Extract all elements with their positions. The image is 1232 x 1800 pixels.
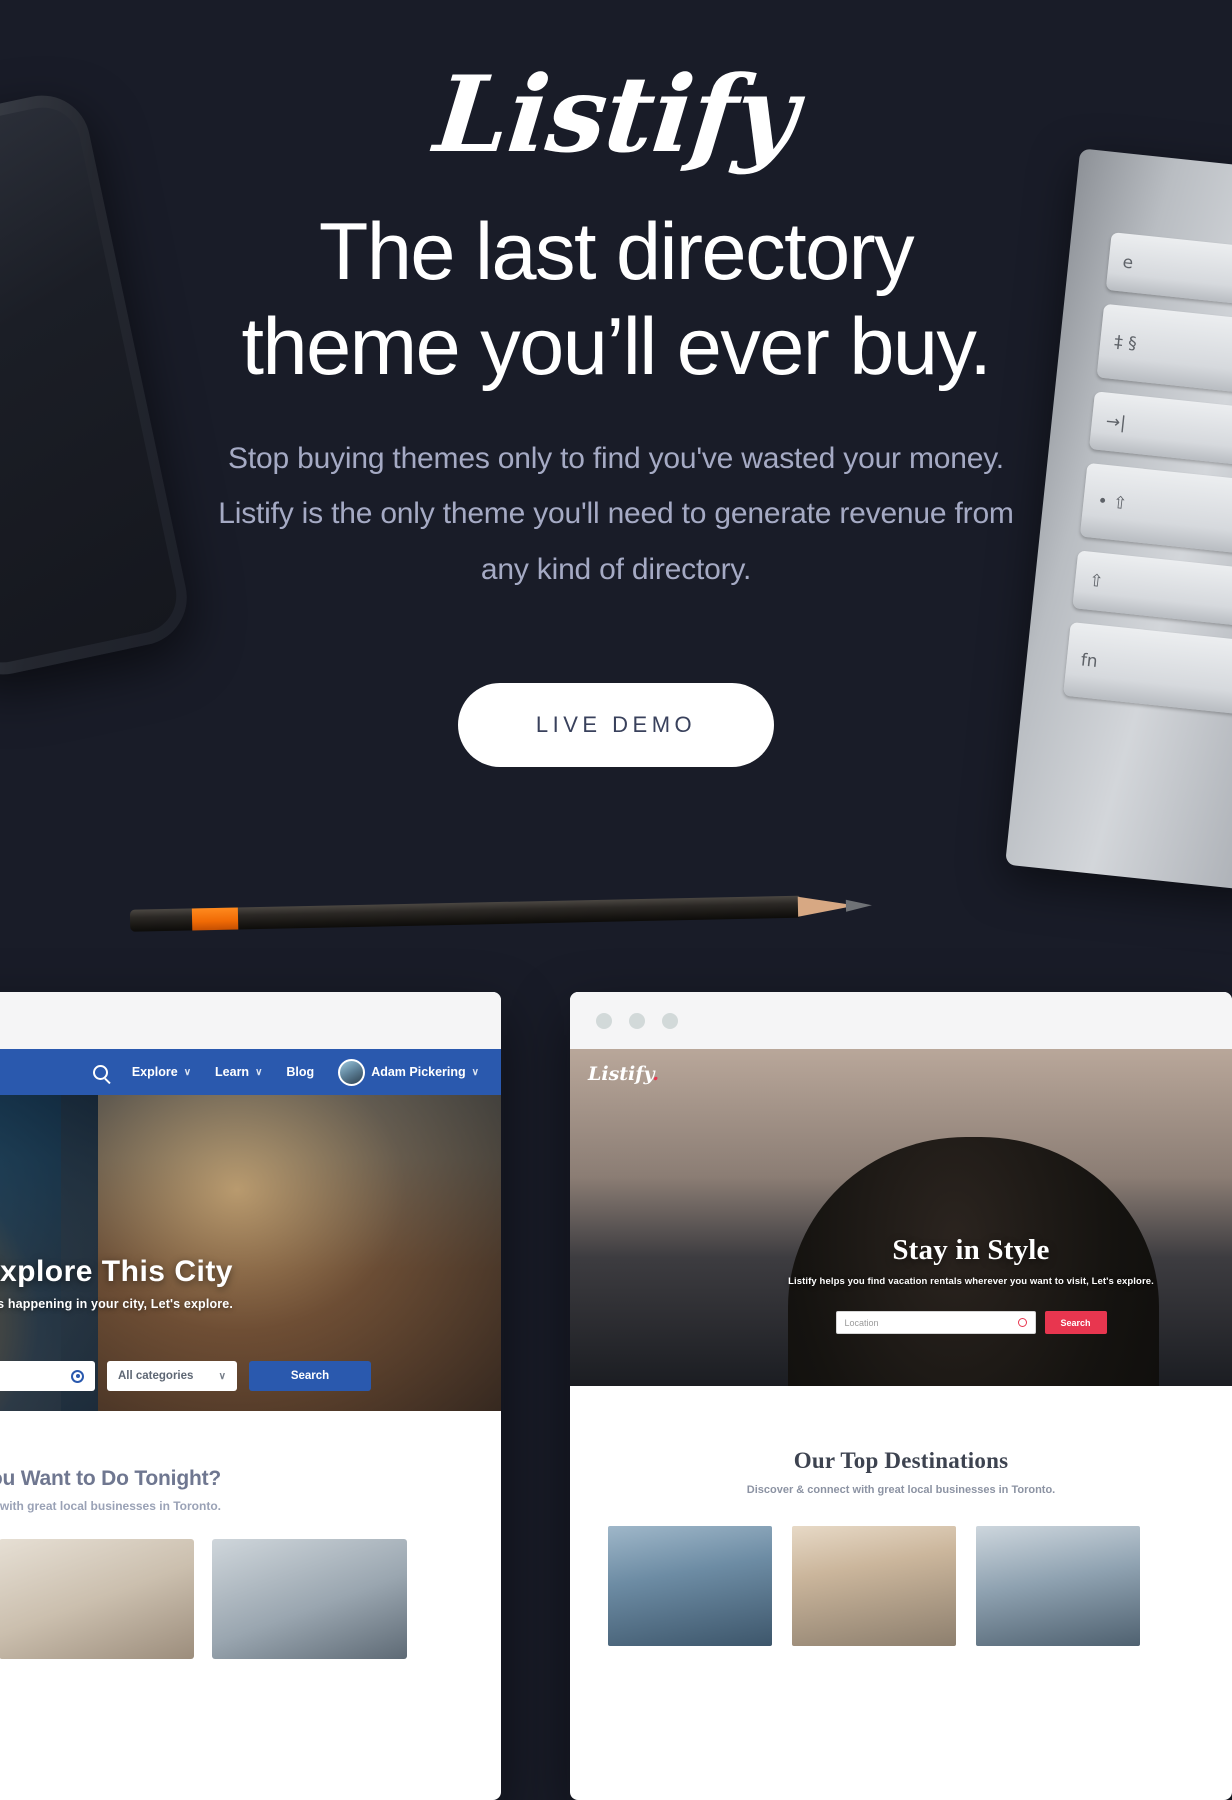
mockup-left-hero-copy: Explore This City find out whats happeni…	[0, 1255, 501, 1311]
chevron-down-icon: ∨	[255, 1066, 263, 1078]
mockup-right-section-subtitle: Discover & connect with great local busi…	[746, 1484, 1056, 1496]
live-demo-button[interactable]: LIVE DEMO	[457, 683, 775, 768]
category-select[interactable]: All categories ∨	[107, 1361, 237, 1391]
mockup-left-hero: Explore This City find out whats happeni…	[0, 1095, 501, 1411]
mockup-right-hero-copy: Stay in Style Listify helps you find vac…	[570, 1234, 1232, 1287]
mockup-right-logo-text: Listify	[588, 1063, 653, 1085]
browser-mockup-left: Explore ∨ Learn ∨ Blog Adam Pickering ∨ …	[0, 992, 501, 1800]
mockup-right-body: Our Top Destinations Discover & connect …	[570, 1386, 1232, 1646]
mockup-right-hero: Listify. Stay in Style Listify helps you…	[570, 1049, 1232, 1386]
target-icon[interactable]	[1017, 1318, 1027, 1327]
mockup-left-section-subtitle: Discover & connect with great local busi…	[0, 1499, 221, 1513]
nav-item-blog[interactable]: Blog	[286, 1065, 314, 1079]
nav-item-user[interactable]: Adam Pickering ∨	[338, 1058, 479, 1086]
crosshair-icon[interactable]	[71, 1369, 84, 1383]
chevron-down-icon: ∨	[218, 1370, 226, 1382]
chevron-down-icon: ∨	[183, 1066, 192, 1078]
mockup-left-body: What Do You Want to Do Tonight? Discover…	[0, 1411, 501, 1659]
listing-card[interactable]	[212, 1539, 407, 1659]
mockup-left-navbar: Explore ∨ Learn ∨ Blog Adam Pickering ∨	[0, 1049, 501, 1095]
browser-mockup-right: Listify. Stay in Style Listify helps you…	[570, 992, 1232, 1800]
listify-logo: Listify	[429, 52, 803, 176]
nav-label: Explore	[131, 1065, 178, 1079]
hero-section: e ‡ § →| • ⇧ ⇧ fn Listify The last direc…	[0, 0, 1232, 1133]
mockup-left-hero-subtitle: find out whats happening in your city, L…	[0, 1297, 233, 1311]
category-value: All categories	[118, 1370, 194, 1382]
mockup-left-hero-title: Explore This City	[0, 1255, 233, 1288]
mockup-right-hero-subtitle: Listify helps you find vacation rentals …	[788, 1276, 1154, 1287]
chevron-down-icon: ∨	[471, 1066, 479, 1078]
mockup-right-logo[interactable]: Listify.	[588, 1063, 659, 1085]
mockup-left-section-title: What Do You Want to Do Tonight?	[0, 1467, 221, 1490]
window-dot	[629, 1012, 645, 1029]
nav-item-explore[interactable]: Explore ∨	[132, 1065, 191, 1079]
search-button[interactable]: Search	[249, 1361, 371, 1391]
destination-card[interactable]	[792, 1526, 956, 1646]
avatar	[338, 1058, 366, 1086]
hero-title-line-1: The last directory	[318, 207, 915, 297]
destination-card[interactable]	[608, 1526, 772, 1646]
location-placeholder: Location	[844, 1317, 879, 1328]
hero-title-line-2: theme you’ll ever buy.	[241, 301, 992, 392]
nav-user-name: Adam Pickering	[371, 1065, 466, 1079]
nav-item-learn[interactable]: Learn ∨	[215, 1065, 262, 1079]
page-title: The last directory theme you’ll ever buy…	[0, 205, 1232, 395]
browser-chrome-left	[0, 992, 501, 1049]
listing-card[interactable]	[0, 1539, 194, 1659]
mockup-right-section-title: Our Top Destinations	[793, 1448, 1009, 1473]
mockup-right-card-grid	[570, 1496, 1232, 1646]
pencil-image	[129, 890, 873, 935]
location-input[interactable]: Toronto, ON	[0, 1361, 95, 1391]
pencil-tip	[845, 899, 873, 912]
search-icon[interactable]	[92, 1064, 108, 1080]
mockup-right-logo-dot: .	[652, 1063, 659, 1085]
nav-label: Learn	[215, 1065, 250, 1079]
location-input[interactable]: Location	[835, 1311, 1036, 1334]
mockup-right-hero-title: Stay in Style	[892, 1234, 1050, 1266]
browser-chrome-right	[570, 992, 1232, 1049]
mockup-left-card-grid	[0, 1513, 501, 1659]
mockup-left-search-form: Toronto, ON All categories ∨ Search	[0, 1361, 501, 1391]
window-dot	[662, 1012, 678, 1029]
window-dot	[596, 1012, 612, 1029]
hero-subtitle: Stop buying themes only to find you've w…	[218, 441, 1014, 586]
pencil-orange-band	[191, 907, 239, 931]
destination-card[interactable]	[976, 1526, 1140, 1646]
search-button[interactable]: Search	[1044, 1311, 1107, 1334]
cta-container: LIVE DEMO	[0, 683, 1232, 768]
mockup-right-search-form: Location Search	[570, 1311, 1232, 1334]
screenshots-section: Explore ∨ Learn ∨ Blog Adam Pickering ∨ …	[0, 992, 1232, 1800]
hero-content: Listify The last directory theme you’ll …	[0, 0, 1232, 768]
